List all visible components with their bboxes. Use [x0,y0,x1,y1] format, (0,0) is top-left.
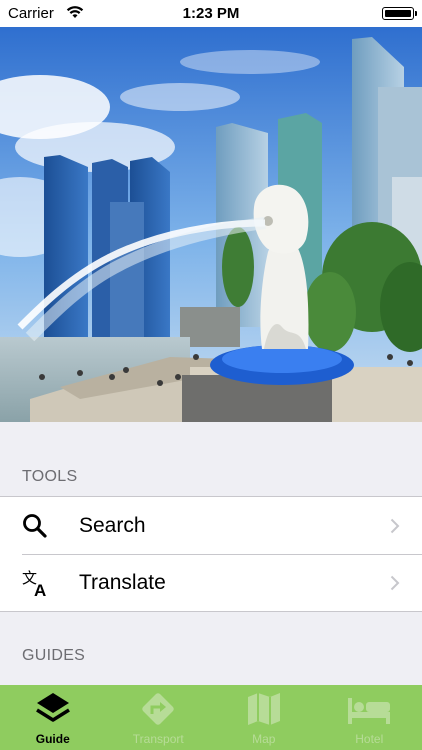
list-item-search[interactable]: Search [0,497,422,554]
tab-label: Map [252,732,276,746]
translate-icon: 文 A [22,568,62,598]
directions-icon [139,690,177,728]
battery-icon [382,7,417,20]
status-time: 1:23 PM [182,5,240,22]
chevron-right-icon [390,518,400,534]
map-icon [245,690,283,728]
tab-label: Transport [132,732,184,746]
section-header-tools: TOOLS [22,468,78,485]
search-icon [22,513,62,539]
tab-transport[interactable]: Transport [106,685,212,750]
svg-text:A: A [34,581,46,598]
tab-hotel[interactable]: Hotel [317,685,422,750]
tools-list: Search 文 A Translate [0,496,422,612]
tab-map[interactable]: Map [211,685,317,750]
tab-label: Hotel [355,732,384,746]
tab-bar: Guide Transport Map Hotel [0,685,422,750]
chevron-right-icon [390,575,400,591]
layers-icon [34,690,72,728]
list-item-label: Translate [79,570,166,594]
tab-label: Guide [35,732,70,746]
tab-guide[interactable]: Guide [0,685,106,750]
status-bar: Carrier 1:23 PM [0,0,422,27]
list-item-label: Search [79,513,146,537]
list-item-translate[interactable]: 文 A Translate [0,554,422,611]
section-header-guides: GUIDES [22,647,86,664]
bed-icon [346,690,392,728]
hero-image [0,27,422,422]
